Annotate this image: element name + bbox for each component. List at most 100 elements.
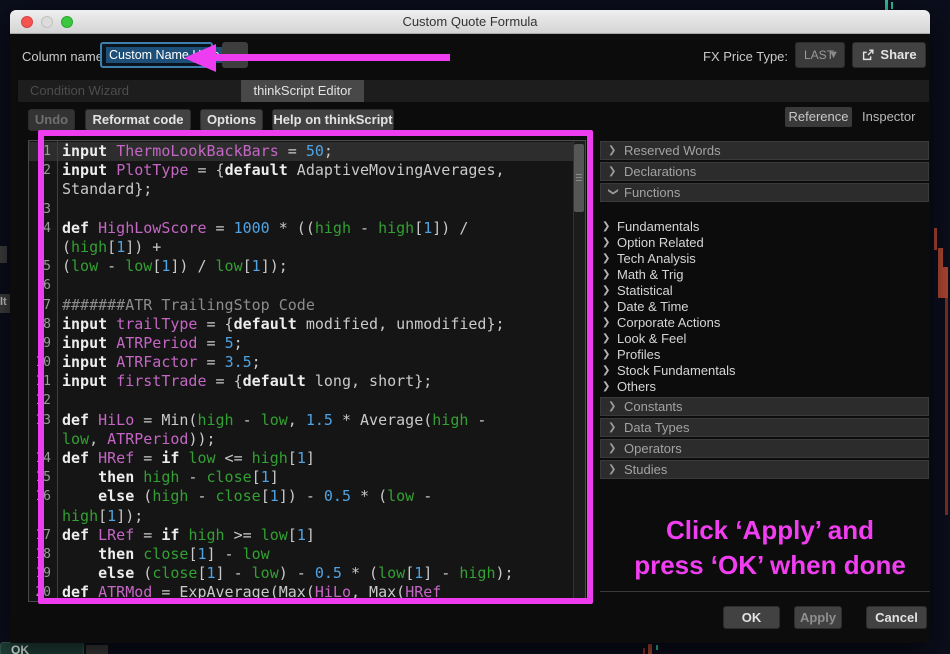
fx-price-type-label: FX Price Type: [703, 49, 788, 64]
code-text: input firstTrade = {default long, short}… [58, 372, 432, 391]
code-row[interactable]: 1input ThermoLookBackBars = 50; [29, 142, 585, 161]
code-row[interactable]: 12 [29, 391, 585, 410]
code-row[interactable]: 8input trailType = {default modified, un… [29, 315, 585, 334]
code-text [58, 276, 62, 295]
sidebar-section-data-types[interactable]: ❯Data Types [600, 418, 929, 437]
background-ok-button[interactable]: OK [0, 642, 84, 654]
code-text: high[1]); [58, 507, 143, 526]
code-editor[interactable]: 1input ThermoLookBackBars = 50;2input Pl… [28, 140, 586, 602]
close-window-icon[interactable] [21, 16, 33, 28]
background-chart-tick [656, 645, 658, 650]
sidebar-section-reserved-words[interactable]: ❯Reserved Words [600, 141, 929, 160]
code-text [58, 391, 62, 410]
code-row[interactable]: 15 then high - close[1] [29, 468, 585, 487]
code-row[interactable]: 10input ATRFactor = 3.5; [29, 353, 585, 372]
tab-thinkscript-editor[interactable]: thinkScript Editor [241, 80, 363, 102]
code-row[interactable]: 2input PlotType = {default AdaptiveMovin… [29, 161, 585, 180]
code-row[interactable]: 13def HiLo = Min(high - low, 1.5 * Avera… [29, 411, 585, 430]
code-row[interactable]: 9input ATRPeriod = 5; [29, 334, 585, 353]
line-number [29, 430, 58, 449]
chevron-right-icon: ❯ [608, 418, 618, 437]
code-row[interactable]: (high[1]) + [29, 238, 585, 257]
function-item-corporate-actions[interactable]: ❯Corporate Actions [600, 315, 929, 331]
sidebar-section-declarations[interactable]: ❯Declarations [600, 162, 929, 181]
code-row[interactable]: 17def LRef = if high >= low[1] [29, 526, 585, 545]
code-row[interactable]: 7#######ATR TrailingStop Code [29, 296, 585, 315]
options-button[interactable]: Options [200, 109, 263, 131]
cancel-button[interactable]: Cancel [866, 606, 927, 629]
code-row[interactable]: high[1]); [29, 507, 585, 526]
sidebar-section-constants[interactable]: ❯Constants [600, 397, 929, 416]
code-row[interactable]: 18 then close[1] - low [29, 545, 585, 564]
function-item-tech-analysis[interactable]: ❯Tech Analysis [600, 251, 929, 267]
line-number: 10 [29, 353, 58, 372]
code-row[interactable]: 19 else (close[1] - low) - 0.5 * (low[1]… [29, 564, 585, 583]
code-rows: 1input ThermoLookBackBars = 50;2input Pl… [29, 141, 585, 602]
line-number: 12 [29, 391, 58, 410]
function-item-math-trig[interactable]: ❯Math & Trig [600, 267, 929, 283]
background-candlestick-icon [885, 0, 888, 10]
reference-sidebar: ❯Reserved Words❯Declarations❯Functions❯F… [600, 141, 929, 481]
chevron-right-icon: ❯ [602, 347, 612, 363]
zoom-window-icon[interactable] [61, 16, 73, 28]
help-on-thinkscript-button[interactable]: Help on thinkScript [272, 109, 394, 131]
inspector-tab[interactable]: Inspector [862, 109, 915, 124]
screen: OK lt Custom Quote Formula Column name: … [0, 0, 950, 654]
function-item-statistical[interactable]: ❯Statistical [600, 283, 929, 299]
annotation-arrow-head-icon [184, 44, 216, 72]
reference-button[interactable]: Reference [785, 107, 852, 127]
line-number: 18 [29, 545, 58, 564]
function-item-look-feel[interactable]: ❯Look & Feel [600, 331, 929, 347]
line-number: 11 [29, 372, 58, 391]
ok-button[interactable]: OK [723, 606, 780, 629]
undo-button[interactable]: Undo [28, 109, 75, 131]
chevron-right-icon: ❯ [602, 299, 612, 315]
minimize-window-icon[interactable] [41, 16, 53, 28]
function-item-others[interactable]: ❯Others [600, 379, 929, 395]
sidebar-section-operators[interactable]: ❯Operators [600, 439, 929, 458]
title-bar[interactable]: Custom Quote Formula [10, 10, 930, 34]
function-item-fundamentals[interactable]: ❯Fundamentals [600, 219, 929, 235]
code-text: input PlotType = {default AdaptiveMoving… [58, 161, 505, 180]
function-item-option-related[interactable]: ❯Option Related [600, 235, 929, 251]
code-row[interactable]: low, ATRPeriod)); [29, 430, 585, 449]
code-text: (high[1]) + [58, 238, 161, 257]
share-label: Share [880, 43, 916, 67]
code-row[interactable]: 3 [29, 200, 585, 219]
caret-down-icon: ▼ [828, 43, 839, 67]
code-row[interactable]: 4def HighLowScore = 1000 * ((high - high… [29, 219, 585, 238]
code-row[interactable]: 20def ATRMod = ExpAverage(Max(HiLo, Max(… [29, 583, 585, 602]
fx-price-type-dropdown[interactable]: LAST ▼ [795, 42, 845, 68]
code-text: input ATRPeriod = 5; [58, 334, 243, 353]
function-item-label: Corporate Actions [617, 315, 720, 331]
scrollbar-thumb[interactable] [574, 144, 584, 212]
code-row[interactable]: Standard}; [29, 180, 585, 199]
tab-strip: Condition Wizard thinkScript Editor [18, 80, 929, 102]
chevron-right-icon: ❯ [608, 162, 618, 181]
apply-button[interactable]: Apply [794, 606, 842, 629]
function-item-label: Fundamentals [617, 219, 699, 235]
line-number: 15 [29, 468, 58, 487]
code-text: input ATRFactor = 3.5; [58, 353, 261, 372]
window-title: Custom Quote Formula [10, 10, 930, 34]
code-row[interactable]: 16 else (high - close[1]) - 0.5 * (low - [29, 487, 585, 506]
sidebar-section-functions[interactable]: ❯Functions [600, 183, 929, 202]
tab-condition-wizard[interactable]: Condition Wizard [18, 80, 141, 102]
code-row[interactable]: 14def HRef = if low <= high[1] [29, 449, 585, 468]
function-item-stock-fundamentals[interactable]: ❯Stock Fundamentals [600, 363, 929, 379]
sidebar-section-studies[interactable]: ❯Studies [600, 460, 929, 479]
background-volume-bar [943, 267, 948, 298]
background-candlestick-icon [891, 2, 893, 9]
code-row[interactable]: 5(low - low[1]) / low[1]); [29, 257, 585, 276]
gutter-divider [57, 141, 58, 601]
share-button[interactable]: Share [852, 42, 926, 68]
code-row[interactable]: 11input firstTrade = {default long, shor… [29, 372, 585, 391]
function-item-date-time[interactable]: ❯Date & Time [600, 299, 929, 315]
function-item-label: Tech Analysis [617, 251, 696, 267]
line-number: 19 [29, 564, 58, 583]
reformat-code-button[interactable]: Reformat code [85, 109, 191, 131]
function-item-profiles[interactable]: ❯Profiles [600, 347, 929, 363]
line-number [29, 507, 58, 526]
code-row[interactable]: 6 [29, 276, 585, 295]
chevron-right-icon: ❯ [602, 235, 612, 251]
